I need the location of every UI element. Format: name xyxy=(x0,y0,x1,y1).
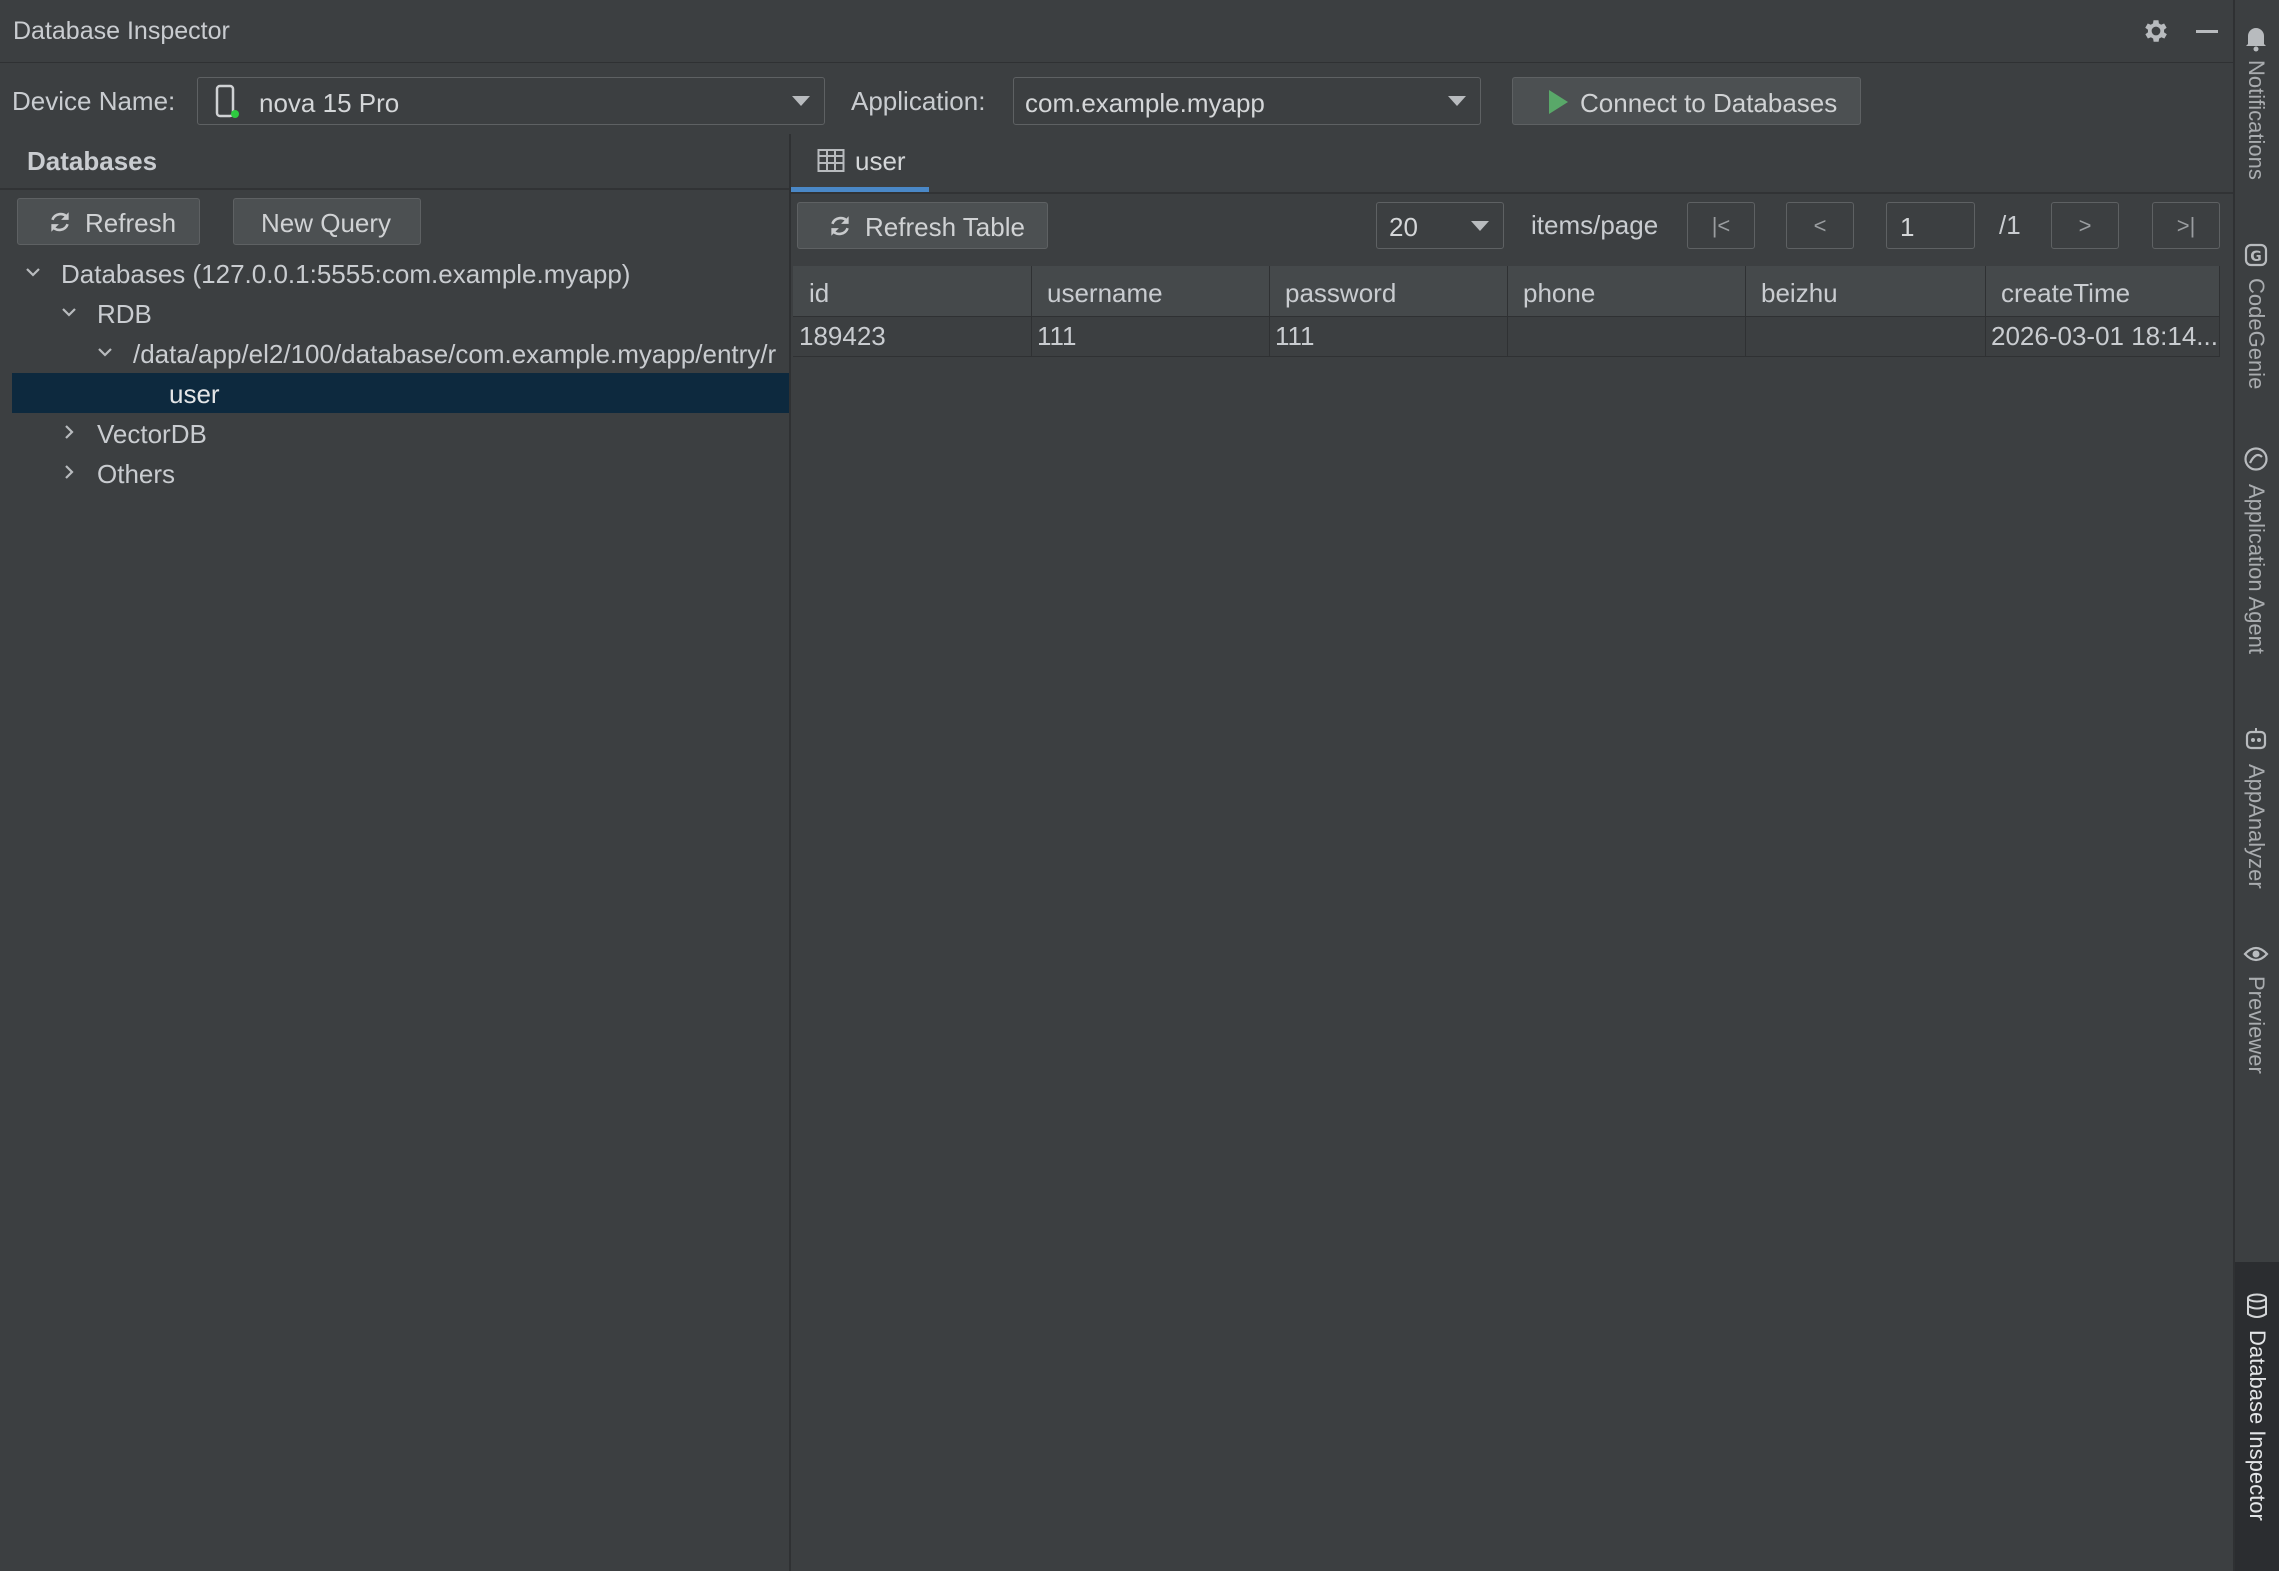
bell-icon xyxy=(2243,24,2269,52)
analyzer-icon xyxy=(2243,726,2269,752)
page-size-dropdown[interactable]: 20 xyxy=(1376,202,1504,249)
items-per-page-label: items/page xyxy=(1531,210,1659,240)
tool-window-label: Database Inspector xyxy=(2245,1330,2270,1521)
chevron-right-icon[interactable] xyxy=(60,463,78,481)
tool-window-label: CodeGenie xyxy=(2244,278,2269,390)
first-page-button[interactable]: |< xyxy=(1687,202,1755,249)
column-divider[interactable] xyxy=(1985,266,1986,356)
device-dropdown[interactable]: nova 15 Pro xyxy=(197,77,825,125)
refresh-button[interactable]: Refresh xyxy=(17,198,200,245)
chevron-down-icon[interactable] xyxy=(96,343,114,361)
refresh-label: Refresh xyxy=(85,208,177,238)
codegenie-icon: G xyxy=(2243,242,2269,268)
tab-user[interactable]: user xyxy=(791,134,929,190)
column-header-beizhu[interactable]: beizhu xyxy=(1761,278,1838,309)
page-number-input[interactable]: 1 xyxy=(1886,202,1975,249)
tree-item-db-path[interactable]: /data/app/el2/100/database/com.example.m… xyxy=(133,339,789,370)
application-label: Application: xyxy=(851,86,986,116)
table-cell-id[interactable]: 189423 xyxy=(799,321,886,352)
page-number-value: 1 xyxy=(1900,212,1915,242)
tree-item-vectordb[interactable]: VectorDB xyxy=(97,419,207,450)
table-cell-username[interactable]: 111 xyxy=(1037,321,1077,352)
connect-label: Connect to Databases xyxy=(1580,88,1838,118)
databases-title: Databases xyxy=(27,146,158,176)
device-name-label: Device Name: xyxy=(12,86,176,116)
connect-to-databases-button[interactable]: Connect to Databases xyxy=(1512,77,1861,125)
application-dropdown-value: com.example.myapp xyxy=(1025,88,1265,118)
refresh-icon xyxy=(827,213,853,239)
column-divider[interactable] xyxy=(1745,266,1746,356)
tool-window-notifications[interactable]: Notifications xyxy=(2233,18,2279,208)
title-bar xyxy=(0,0,2233,63)
tab-bar-divider xyxy=(791,192,2233,194)
new-query-label: New Query xyxy=(261,208,392,238)
tool-window-label: Application Agent xyxy=(2244,484,2269,655)
refresh-table-label: Refresh Table xyxy=(865,212,1025,242)
device-dropdown-value: nova 15 Pro xyxy=(259,88,400,118)
page-size-value: 20 xyxy=(1389,212,1418,242)
database-icon xyxy=(2244,1292,2270,1320)
tree-item-user-table[interactable]: user xyxy=(169,379,220,410)
tab-user-label: user xyxy=(855,146,906,176)
next-page-button[interactable]: > xyxy=(2051,202,2119,249)
phone-icon xyxy=(214,84,240,120)
tool-window-application-agent[interactable]: Application Agent xyxy=(2233,446,2279,686)
chevron-down-icon[interactable] xyxy=(60,303,78,321)
agent-icon xyxy=(2243,446,2269,472)
panel-title: Database Inspector xyxy=(13,17,230,45)
previous-page-button[interactable]: < xyxy=(1786,202,1854,249)
minimize-icon[interactable] xyxy=(2192,16,2222,46)
table-cell-createtime[interactable]: 2026-03-01 18:14... xyxy=(1991,321,2218,352)
chevron-down-icon xyxy=(1448,96,1466,106)
column-header-createtime[interactable]: createTime xyxy=(2001,278,2130,309)
refresh-table-button[interactable]: Refresh Table xyxy=(797,202,1048,249)
page-total-label: /1 xyxy=(1999,210,2021,240)
column-divider[interactable] xyxy=(1031,266,1032,356)
run-icon xyxy=(1547,89,1569,115)
column-divider xyxy=(2219,266,2220,356)
new-query-button[interactable]: New Query xyxy=(233,198,421,245)
table-cell-password[interactable]: 111 xyxy=(1275,321,1315,352)
column-header-password[interactable]: password xyxy=(1285,278,1396,309)
last-page-button[interactable]: >| xyxy=(2152,202,2220,249)
svg-text:G: G xyxy=(2250,249,2262,265)
tool-window-database-inspector[interactable]: Database Inspector xyxy=(2235,1262,2279,1571)
column-header-username[interactable]: username xyxy=(1047,278,1163,309)
column-header-phone[interactable]: phone xyxy=(1523,278,1595,309)
chevron-right-icon[interactable] xyxy=(60,423,78,441)
tool-window-appanalyzer[interactable]: AppAnalyzer xyxy=(2233,726,2279,906)
tool-window-codegenie[interactable]: G CodeGenie xyxy=(2233,242,2279,402)
chevron-down-icon xyxy=(1471,221,1489,231)
chevron-down-icon xyxy=(792,96,810,106)
table-row-divider xyxy=(793,356,2220,357)
tool-window-label: Notifications xyxy=(2244,60,2269,180)
eye-icon xyxy=(2243,944,2269,964)
tool-window-previewer[interactable]: Previewer xyxy=(2233,944,2279,1084)
column-divider[interactable] xyxy=(1269,266,1270,356)
tree-item-others[interactable]: Others xyxy=(97,459,175,490)
gear-icon[interactable] xyxy=(2141,16,2171,46)
tool-window-label: AppAnalyzer xyxy=(2244,764,2269,889)
table-icon xyxy=(817,148,845,174)
tree-item-rdb[interactable]: RDB xyxy=(97,299,152,330)
refresh-icon xyxy=(47,209,73,235)
chevron-down-icon[interactable] xyxy=(24,263,42,281)
tool-window-label: Previewer xyxy=(2244,976,2269,1074)
application-dropdown[interactable]: com.example.myapp xyxy=(1013,77,1481,125)
tree-selection-highlight xyxy=(12,373,789,413)
tree-item-databases-root[interactable]: Databases (127.0.0.1:5555:com.example.my… xyxy=(61,259,630,290)
column-divider[interactable] xyxy=(1507,266,1508,356)
column-header-id[interactable]: id xyxy=(809,278,829,309)
